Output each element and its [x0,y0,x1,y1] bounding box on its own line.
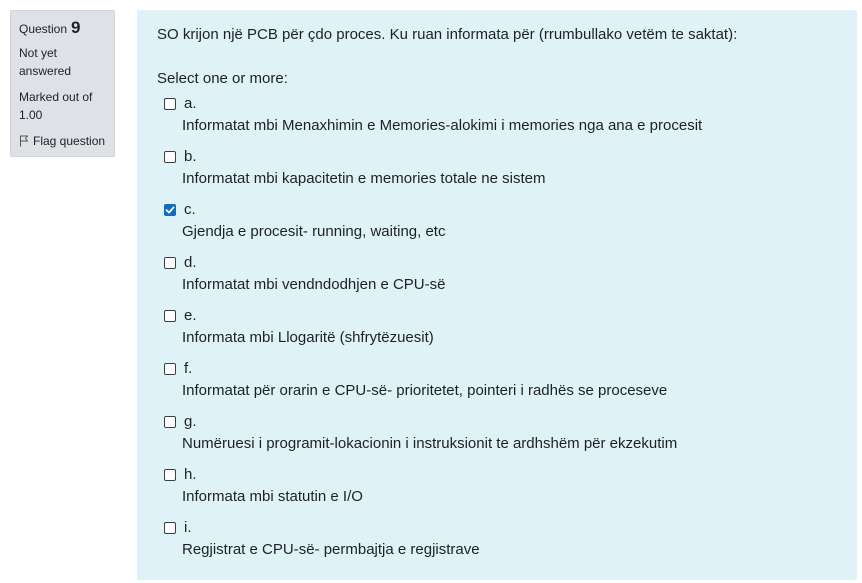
answer-option-text: Regjistrat e CPU-së- permbajtja e regjis… [182,541,480,558]
answer-option-text: Informata mbi statutin e I/O [182,488,363,505]
answer-option-letter: e. [184,307,197,324]
answer-option-header: b. [164,147,834,167]
question-info-panel: Question 9 Not yet answered Marked out o… [10,10,115,157]
question-number-line: Question 9 [19,19,106,38]
flag-icon [19,135,29,147]
answer-option-letter: d. [184,254,197,271]
question-grade: Marked out of 1.00 [19,90,93,122]
question-text: SO krijon një PCB për çdo proces. Ku rua… [157,26,738,43]
answer-option-header: i. [164,518,834,538]
answer-checkbox[interactable] [164,204,176,216]
question-label: Question [19,22,68,36]
answer-option-text: Informatat mbi kapacitetin e memories to… [182,170,546,187]
answer-option[interactable]: i. Regjistrat e CPU-së- permbajtja e regj… [164,518,834,571]
question-formulation: SO krijon një PCB për çdo proces. Ku rua… [137,10,857,580]
answer-checkbox[interactable] [164,310,176,322]
answer-option[interactable]: g. Numëruesi i programit-lokacionin i ins… [164,412,834,465]
answer-option-header: f. [164,359,834,379]
answer-option-text: Informatat mbi Menaxhimin e Memories-alo… [182,117,703,134]
answer-option[interactable]: a. Informatat mbi Menaxhimin e Memories-a… [164,94,834,147]
answer-option-letter: g. [184,413,197,430]
answer-option-header: h. [164,465,834,485]
answer-prompt: Select one or more: [157,70,288,87]
answer-option-text: Numëruesi i programit-lokacionin i instr… [182,435,678,452]
answer-option[interactable]: c. Gjendja e procesit- running, waiting, … [164,200,834,253]
answer-checkbox[interactable] [164,151,176,163]
answer-option-header: g. [164,412,834,432]
checkmark-icon [165,206,175,214]
answer-option-letter: f. [184,360,193,377]
answer-option-letter: a. [184,95,197,112]
answer-option-header: a. [164,94,834,114]
answer-option-header: e. [164,306,834,326]
answer-option-letter: h. [184,466,197,483]
answer-option-letter: c. [184,201,196,218]
answer-option-text: Informata mbi Llogaritë (shfrytëzuesit) [182,329,434,346]
answer-option[interactable]: e. Informata mbi Llogaritë (shfrytëzuesit… [164,306,834,359]
answer-option-text: Informatat për orarin e CPU-së- priorite… [182,382,668,399]
answer-option-header: d. [164,253,834,273]
answer-option[interactable]: h. Informata mbi statutin e I/O [164,465,834,518]
answer-list: a. Informatat mbi Menaxhimin e Memories-a… [164,94,834,571]
answer-checkbox[interactable] [164,416,176,428]
answer-checkbox[interactable] [164,98,176,110]
flag-question-link[interactable]: Flag question [19,132,106,150]
answer-option[interactable]: d. Informatat mbi vendndodhjen e CPU-së [164,253,834,306]
answer-checkbox[interactable] [164,522,176,534]
question-number: 9 [71,18,81,37]
answer-checkbox[interactable] [164,363,176,375]
answer-checkbox[interactable] [164,257,176,269]
flag-question-label: Flag question [33,134,106,148]
question-state: Not yet answered [19,46,72,78]
answer-option-letter: i. [184,519,192,536]
answer-checkbox[interactable] [164,469,176,481]
answer-option-letter: b. [184,148,197,165]
answer-option-text: Gjendja e procesit- running, waiting, et… [182,223,446,240]
answer-option[interactable]: b. Informatat mbi kapacitetin e memories … [164,147,834,200]
answer-option-header: c. [164,200,834,220]
answer-option[interactable]: f. Informatat për orarin e CPU-së- priori… [164,359,834,412]
answer-option-text: Informatat mbi vendndodhjen e CPU-së [182,276,446,293]
